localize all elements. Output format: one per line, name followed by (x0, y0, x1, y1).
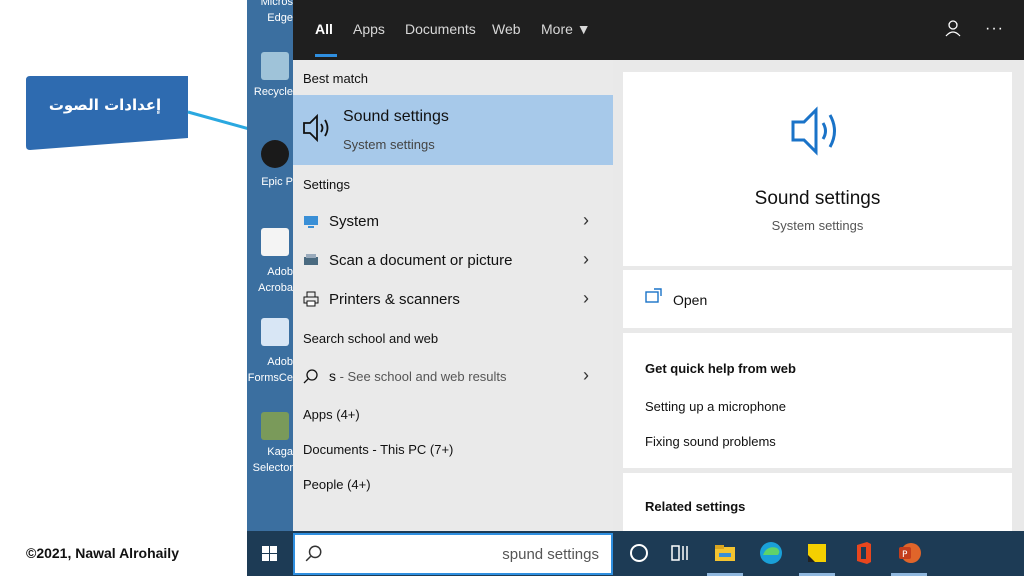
display-icon (304, 216, 318, 228)
results-list: Best match Sound settings System setting… (293, 60, 613, 531)
desktop-strip: Micros Edge Recycle Epic P Adob Acroba A… (247, 0, 293, 531)
start-icon[interactable] (247, 531, 293, 576)
tab-apps[interactable]: Apps (353, 21, 385, 37)
office-icon[interactable] (849, 539, 877, 567)
search-panel: All Apps Documents Web More ▼ ··· Best m… (293, 0, 1024, 531)
help-link[interactable]: Fixing sound problems (645, 434, 776, 449)
open-action[interactable]: Open (623, 270, 1012, 328)
scanner-icon (304, 254, 318, 265)
kaga-selector-icon[interactable] (261, 412, 289, 440)
desktop-label: Adob (267, 266, 293, 278)
preview-title: Sound settings (754, 188, 881, 209)
result-label: Scan a document or picture (329, 252, 513, 269)
speaker-icon (303, 113, 329, 143)
sticky-notes-icon[interactable] (803, 539, 831, 567)
search-tabs-bar: All Apps Documents Web More ▼ ··· (293, 0, 1024, 60)
result-scan[interactable]: Scan a document or picture › (293, 243, 613, 279)
more-options-icon[interactable]: ··· (985, 20, 1004, 38)
recycle-bin-icon[interactable] (261, 52, 289, 80)
best-match-item[interactable]: Sound settings System settings (293, 95, 613, 165)
svg-text:P: P (902, 550, 908, 560)
preview-pane: Sound settings System settings Open Get … (623, 72, 1012, 531)
desktop-label: Epic P (261, 176, 293, 188)
preview-subtitle: System settings (771, 218, 864, 233)
printer-icon (303, 291, 319, 307)
cortana-icon[interactable] (625, 539, 653, 567)
desktop-label: Edge (267, 12, 293, 24)
desktop-label: Micros (260, 0, 293, 8)
web-result-text: s - See school and web results (329, 368, 507, 384)
edge-icon[interactable] (757, 539, 785, 567)
related-card: Related settings (623, 473, 1012, 531)
formscentral-icon[interactable] (261, 318, 289, 346)
category-documents[interactable]: Documents - This PC (7+) (303, 442, 453, 457)
acrobat-icon[interactable] (261, 228, 289, 256)
category-people[interactable]: People (4+) (303, 477, 371, 492)
web-suffix: - See school and web results (336, 369, 507, 384)
category-apps[interactable]: Apps (4+) (303, 407, 360, 422)
search-icon (305, 545, 322, 562)
desktop-label: Acroba (258, 282, 293, 294)
tab-more[interactable]: More ▼ (541, 21, 591, 37)
chevron-right-icon[interactable]: › (583, 249, 589, 270)
help-heading: Get quick help from web (645, 361, 796, 376)
powerpoint-icon[interactable]: P (895, 539, 923, 567)
task-view-icon[interactable] (665, 539, 693, 567)
taskbar-search-box[interactable]: spund settings (293, 533, 613, 575)
help-card: Get quick help from web Setting up a mic… (623, 333, 1012, 468)
best-match-heading: Best match (303, 71, 369, 86)
taskbar: spund settings P (247, 531, 1024, 576)
desktop-label: FormsCe (247, 372, 293, 384)
related-heading: Related settings (645, 499, 746, 514)
desktop-label: Recycle (253, 86, 293, 98)
search-input[interactable]: spund settings (502, 546, 599, 563)
web-query: s (329, 368, 336, 384)
search-icon (303, 369, 318, 384)
best-match-subtitle: System settings (343, 137, 435, 152)
best-match-title: Sound settings (343, 108, 449, 125)
result-label: Printers & scanners (329, 291, 460, 308)
active-tab-indicator (315, 54, 337, 57)
callout-label: إعدادات الصوت (48, 96, 162, 114)
tab-all[interactable]: All (315, 21, 333, 37)
result-printers[interactable]: Printers & scanners › (293, 282, 613, 318)
speaker-large-icon (791, 106, 836, 156)
result-system[interactable]: System › (293, 204, 613, 240)
desktop-label: Selector (252, 462, 293, 474)
settings-heading: Settings (303, 177, 350, 192)
chevron-right-icon[interactable]: › (583, 288, 589, 309)
result-label: System (329, 213, 380, 230)
copyright-text: ©2021, Nawal Alrohaily (26, 545, 179, 561)
open-label: Open (673, 292, 708, 308)
help-link[interactable]: Setting up a microphone (645, 399, 786, 414)
tab-web[interactable]: Web (492, 21, 521, 37)
open-icon (645, 288, 662, 303)
chevron-right-icon[interactable]: › (583, 365, 589, 386)
preview-card: Sound settings System settings (623, 72, 1012, 266)
chevron-right-icon[interactable]: › (583, 210, 589, 231)
web-heading: Search school and web (303, 331, 439, 346)
desktop-label: Adob (267, 356, 293, 368)
feedback-icon[interactable] (943, 18, 963, 38)
result-web-search[interactable]: s - See school and web results › (293, 359, 613, 395)
file-explorer-icon[interactable] (711, 539, 739, 567)
desktop-label: Kaga (267, 446, 293, 458)
epic-games-icon[interactable] (261, 140, 289, 168)
tab-documents[interactable]: Documents (405, 21, 476, 37)
